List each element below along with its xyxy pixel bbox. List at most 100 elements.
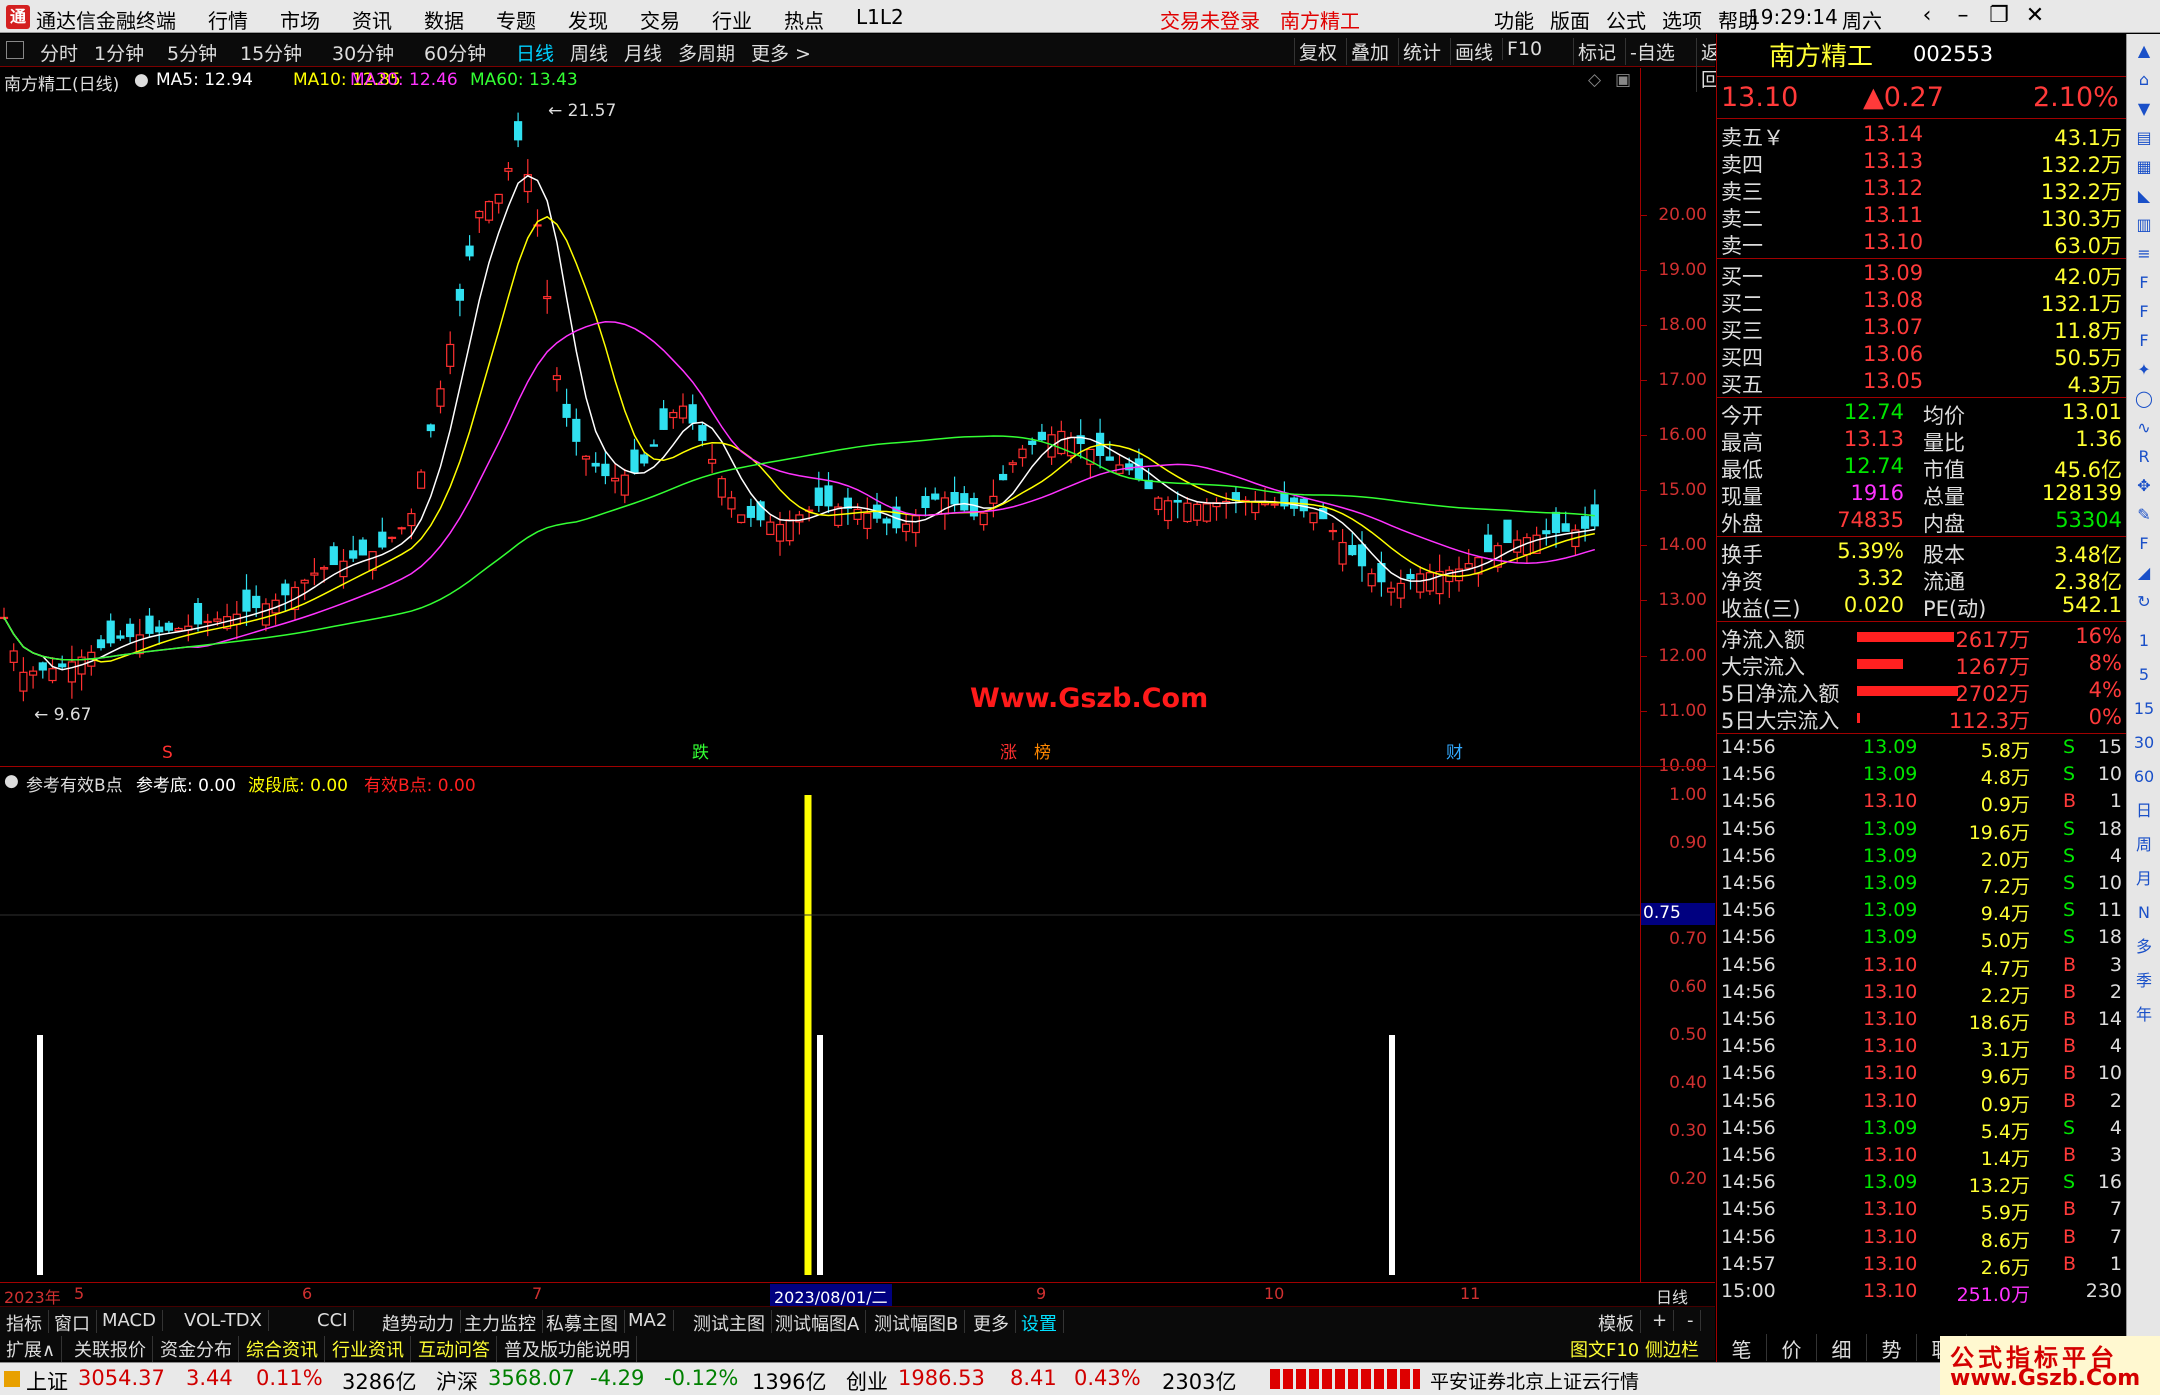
bid-price[interactable]: 13.05 [1863, 369, 1923, 393]
event-marker[interactable]: 榜 [1034, 743, 1051, 763]
event-marker[interactable]: 跌 [692, 743, 709, 763]
template-control[interactable]: + [1646, 1310, 1675, 1331]
fs-icon[interactable]: F [2131, 531, 2157, 557]
period-tab[interactable]: 周线 [570, 39, 608, 66]
pen-icon[interactable]: ✎ [2131, 502, 2157, 528]
period-tab[interactable]: 60分钟 [424, 39, 486, 66]
menu-item[interactable]: 行业 [712, 5, 752, 34]
side-period-label[interactable]: 季 [2131, 968, 2157, 994]
indicator-tab[interactable]: MACD [96, 1310, 163, 1331]
menu-item-right[interactable]: 版面 [1550, 5, 1590, 34]
event-marker[interactable]: 涨 [1000, 743, 1017, 763]
settings-icon[interactable]: ● [134, 70, 149, 90]
home-icon[interactable]: ⌂ [2131, 67, 2157, 93]
toolbar-action[interactable]: 画线 [1450, 38, 1497, 65]
side-period-label[interactable]: 60 [2131, 764, 2157, 790]
side-period-label[interactable]: 多 [2131, 934, 2157, 960]
diamond-icon[interactable]: ◇ [1588, 70, 1601, 90]
side-period-label[interactable]: 1 [2131, 628, 2157, 654]
ask-price[interactable]: 13.14 [1863, 122, 1923, 146]
side-period-label[interactable]: 30 [2131, 730, 2157, 756]
extension-tab[interactable]: 关联报价 [68, 1336, 153, 1362]
market-icon[interactable] [4, 1371, 20, 1387]
login-status[interactable]: 交易未登录 [1160, 5, 1260, 34]
expand-icon[interactable]: ▣ [1615, 70, 1631, 90]
ask-price[interactable]: 13.11 [1863, 203, 1923, 227]
index-sh-name[interactable]: 上证 [26, 1366, 68, 1395]
menu-item[interactable]: L1L2 [856, 5, 904, 29]
bid-price[interactable]: 13.06 [1863, 342, 1923, 366]
index-hs-name[interactable]: 沪深 [436, 1366, 478, 1395]
rsi-icon[interactable]: R [2131, 444, 2157, 470]
news-icon[interactable]: ▤ [2131, 125, 2157, 151]
grid-icon[interactable]: ▦ [2131, 154, 2157, 180]
indicator-tab[interactable]: VOL-TDX [178, 1310, 269, 1331]
period-tab[interactable]: 15分钟 [240, 39, 302, 66]
toolbar-action[interactable]: 复权 [1294, 38, 1341, 65]
ask-price[interactable]: 13.12 [1863, 176, 1923, 200]
quote-bottom-tab[interactable]: 价 [1767, 1334, 1817, 1362]
circle-icon[interactable]: ◯ [2131, 386, 2157, 412]
side-period-label[interactable]: 年 [2131, 1002, 2157, 1028]
wave-icon[interactable]: ∿ [2131, 415, 2157, 441]
extension-tab[interactable]: 互动问答 [412, 1336, 497, 1362]
menu-item-right[interactable]: 选项 [1662, 5, 1702, 34]
period-tab[interactable]: 30分钟 [332, 39, 394, 66]
list-icon[interactable]: ≡ [2131, 241, 2157, 267]
menu-item-right[interactable]: 功能 [1494, 5, 1534, 34]
side-period-label[interactable]: 15 [2131, 696, 2157, 722]
toolbar-action[interactable]: 叠加 [1346, 38, 1393, 65]
bar-icon[interactable]: ▥ [2131, 212, 2157, 238]
menu-item-right[interactable]: 公式 [1606, 5, 1646, 34]
index-cy-name[interactable]: 创业 [846, 1366, 888, 1395]
toolbar-action[interactable]: -自选 [1625, 38, 1679, 65]
menu-item[interactable]: 数据 [424, 5, 464, 34]
up-icon[interactable]: ▲ [2131, 38, 2157, 64]
bid-price[interactable]: 13.07 [1863, 315, 1923, 339]
side-period-label[interactable]: 月 [2131, 866, 2157, 892]
side-period-label[interactable]: 周 [2131, 832, 2157, 858]
toolbar-action[interactable]: F10 [1502, 38, 1546, 60]
menu-item[interactable]: 专题 [496, 5, 536, 34]
down-icon[interactable]: ▼ [2131, 96, 2157, 122]
ask-price[interactable]: 13.13 [1863, 149, 1923, 173]
menu-item[interactable]: 市场 [280, 5, 320, 34]
close-icon[interactable]: ✕ [2018, 3, 2052, 29]
period-tab[interactable]: 多周期 [678, 39, 735, 66]
toolbar-action[interactable]: 统计 [1398, 38, 1445, 65]
indicator-settings-icon[interactable]: ● [4, 771, 19, 791]
refresh-icon[interactable]: ↻ [2131, 589, 2157, 615]
back-icon[interactable]: ‹ [1910, 3, 1944, 29]
bid-price[interactable]: 13.08 [1863, 288, 1923, 312]
f10-icon[interactable]: F [2131, 270, 2157, 296]
indicator-tab[interactable]: CCI [311, 1310, 355, 1331]
extension-tab[interactable]: 综合资讯 [240, 1336, 325, 1362]
period-tab[interactable]: 更多 > [751, 39, 811, 66]
side-period-label[interactable]: 5 [2131, 662, 2157, 688]
quote-bottom-tab[interactable]: 势 [1867, 1334, 1917, 1362]
template-control[interactable]: - [1681, 1310, 1701, 1331]
menu-item[interactable]: 交易 [640, 5, 680, 34]
quote-bottom-tab[interactable]: 笔 [1717, 1334, 1767, 1362]
event-marker[interactable]: 财 [1446, 743, 1463, 763]
side-period-label[interactable]: 日 [2131, 798, 2157, 824]
ask-price[interactable]: 13.10 [1863, 230, 1923, 254]
chart2-icon[interactable]: ◢ [2131, 560, 2157, 586]
extension-tab[interactable]: 行业资讯 [326, 1336, 411, 1362]
indicator-tab[interactable]: MA2 [622, 1310, 675, 1331]
period-tab[interactable]: 日线 [516, 39, 554, 66]
minimize-icon[interactable]: – [1946, 3, 1980, 29]
toolbar-action[interactable]: 标记 [1573, 38, 1620, 65]
compass-icon[interactable]: ✦ [2131, 357, 2157, 383]
menu-item[interactable]: 发现 [568, 5, 608, 34]
extension-tab[interactable]: 扩展∧ [0, 1336, 63, 1362]
menu-item[interactable]: 资讯 [352, 5, 392, 34]
menu-item[interactable]: 热点 [784, 5, 824, 34]
extension-tab[interactable]: 普及版功能说明 [498, 1336, 637, 1362]
quote-bottom-tab[interactable]: 细 [1817, 1334, 1867, 1362]
panel-toggle-icon[interactable] [6, 41, 24, 59]
period-tab[interactable]: 分时 [40, 39, 78, 66]
menu-item[interactable]: 行情 [208, 5, 248, 34]
move-icon[interactable]: ✥ [2131, 473, 2157, 499]
side-period-label[interactable]: N [2131, 900, 2157, 926]
